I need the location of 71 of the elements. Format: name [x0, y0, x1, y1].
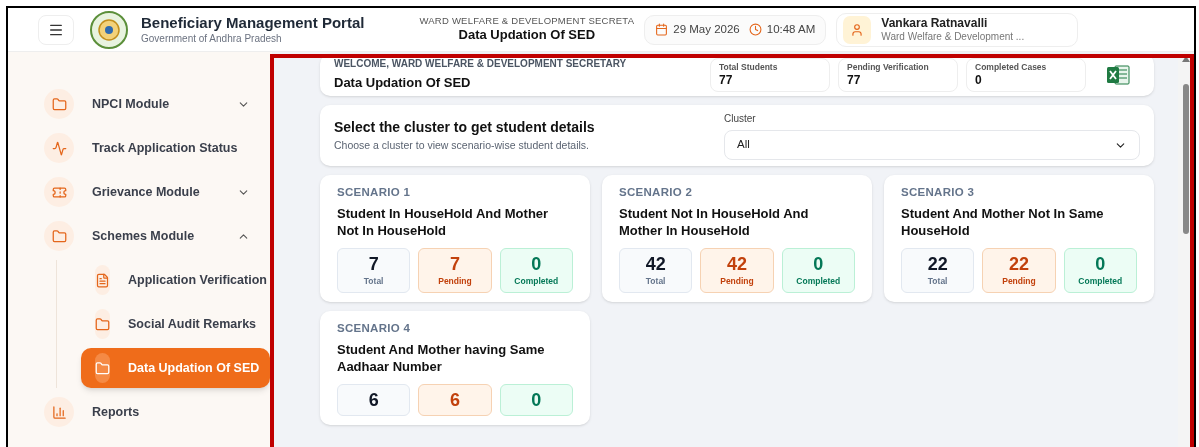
count-value: 0 [1095, 253, 1106, 276]
scenario-title: Student And Mother having Same Aadhaar Number [337, 341, 546, 376]
emblem-logo-icon [89, 9, 129, 50]
sidebar-item[interactable]: NPCI Module [8, 84, 262, 124]
stat-label: Completed Cases [975, 62, 1048, 73]
count-value: 22 [927, 253, 948, 276]
pulse-icon [51, 140, 67, 156]
scenario-tag: SCENARIO 2 [619, 184, 855, 202]
clock-icon [748, 23, 762, 36]
page-title: Data Updation Of SED [458, 27, 596, 44]
summary-title: Data Updation Of SED [334, 73, 472, 92]
sidebar-item[interactable]: Reports [8, 392, 262, 432]
folder-icon [51, 96, 67, 112]
count-value: 0 [531, 253, 542, 276]
stat-label: Pending Verification [847, 62, 930, 73]
stat-value: 77 [847, 72, 862, 88]
cluster-label: Cluster [724, 112, 757, 126]
count-label: Total [363, 275, 384, 288]
scenario-tag: SCENARIO 1 [337, 184, 573, 202]
count-value: 42 [726, 253, 747, 276]
stat-label: Total Students [719, 62, 779, 73]
welcome-text: WELCOME, WARD WELFARE & DEVELOPMENT SECRETARY [334, 58, 628, 71]
user-profile[interactable]: Vankara Ratnavalli Ward Welfare & Development ... [836, 12, 1079, 47]
scenario-tag: SCENARIO 4 [337, 320, 573, 338]
folder-icon [95, 360, 110, 376]
count-value: 7 [368, 253, 379, 276]
date-text: 29 May 2026 [673, 21, 740, 37]
folder-icon [95, 316, 110, 332]
scenario-title: Student Not In HouseHold And Mother In HouseHold [619, 205, 810, 240]
sidebar-item[interactable]: Schemes Module [8, 216, 262, 256]
count-value: 0 [531, 389, 542, 412]
cluster-hint: Choose a cluster to view scenario-wise student details. [334, 138, 591, 154]
sidebar-item[interactable]: Track Application Status [8, 128, 262, 168]
stat-value: 0 [975, 72, 983, 88]
user-icon [850, 22, 865, 37]
user-name: Vankara Ratnavalli [881, 15, 989, 31]
cluster-heading: Select the cluster to get student details [334, 118, 596, 138]
portal-title: Beneficiary Management Portal [141, 13, 365, 33]
count-value: 6 [368, 389, 379, 412]
count-label: Completed [514, 275, 559, 288]
count-label: Completed [1078, 275, 1123, 288]
count-label: Pending [1002, 275, 1036, 288]
ticket-icon [51, 184, 67, 200]
menu-button[interactable] [38, 14, 74, 45]
scenario-tag: SCENARIO 3 [901, 184, 1137, 202]
calendar-icon [655, 23, 669, 36]
stat-value: 77 [719, 72, 734, 88]
time-text: 10:48 AM [766, 21, 816, 37]
scenario-title: Student And Mother Not In Same HouseHold [901, 205, 1105, 240]
document-icon [95, 272, 110, 288]
count-value: 6 [450, 389, 460, 412]
user-role: Ward Welfare & Development ... [881, 30, 1025, 44]
scenario-title: Student In HouseHold And Mother Not In HouseHold [337, 205, 550, 240]
count-label: Total [645, 275, 666, 288]
sidebar-item[interactable]: Grievance Module [8, 172, 262, 212]
role-text: WARD WELFARE & DEVELOPMENT SECRETA [419, 15, 635, 28]
portal-subtitle: Government of Andhra Pradesh [141, 32, 283, 46]
bar-chart-icon [51, 404, 67, 420]
count-label: Completed [796, 275, 841, 288]
count-label: Total [927, 275, 948, 288]
count-value: 0 [813, 253, 824, 276]
cluster-select[interactable]: All [724, 130, 1140, 160]
count-label: Pending [720, 275, 754, 288]
scroll-thumb[interactable] [1183, 84, 1189, 234]
count-label: Pending [438, 275, 472, 288]
count-value: 42 [645, 253, 666, 276]
count-value: 22 [1008, 253, 1029, 276]
excel-icon [1106, 64, 1130, 86]
scroll-up-icon[interactable] [1182, 56, 1190, 62]
count-value: 7 [450, 253, 460, 276]
folder-icon [51, 228, 67, 244]
